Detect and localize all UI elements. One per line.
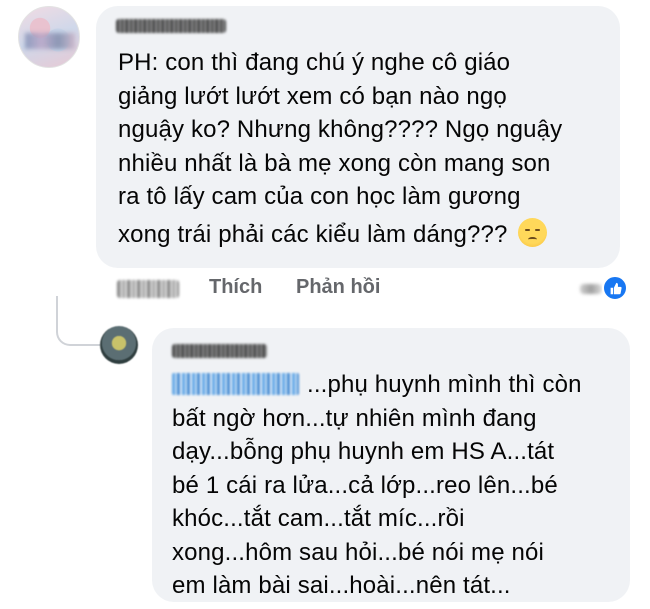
comment-line: nguậy ko? Nhưng không???? Ngọ nguậy (118, 116, 563, 143)
reply-text: ...phụ huynh mình thì còn bất ngờ hơn...… (172, 368, 622, 603)
replier-name-redacted[interactable] (172, 344, 267, 358)
reaction-count-redacted (580, 284, 602, 294)
like-button[interactable]: Thích (209, 276, 262, 299)
reply-line: ...phụ huynh mình thì còn (172, 368, 622, 402)
reply-line: bé 1 cái ra lửa...cả lớp...reo lên...bé (172, 471, 558, 499)
mention-tag-redacted[interactable] (172, 373, 299, 395)
user-avatar-icon[interactable] (100, 326, 138, 364)
pensive-face-icon (518, 217, 548, 247)
reaction-summary[interactable] (578, 275, 630, 301)
comment-line-text: xong trái phải các kiểu làm dáng??? (118, 220, 508, 248)
user-avatar-icon[interactable] (18, 6, 80, 68)
like-thumb-glyph (610, 282, 622, 294)
reply-line-text: ...phụ huynh mình thì còn (307, 371, 582, 398)
comment-line: nhiều nhất là bà mẹ xong còn mang son (118, 149, 551, 177)
commenter-name-redacted[interactable] (116, 19, 226, 33)
comment-line: ra tô lấy cam của con học làm gương (118, 183, 521, 210)
avatar-blur-overlay (25, 33, 75, 49)
like-thumb-icon (602, 275, 628, 301)
reply-line: dạy...bỗng phụ huynh em HS A...tát (172, 438, 555, 465)
reply-line: khóc...tắt cam...tắt míc...rồi (172, 505, 465, 532)
reply-line: em làm bài sai...hoài...nên tát... (172, 572, 511, 599)
comment-text: PH: con thì đang chú ý nghe cô giáo giản… (118, 46, 608, 251)
reply-thread-line (56, 296, 100, 346)
timestamp-redacted[interactable] (117, 280, 179, 298)
comment-line: xong trái phải các kiểu làm dáng??? (118, 217, 608, 252)
comment-line: PH: con thì đang chú ý nghe cô giáo (118, 49, 511, 76)
reply-line: xong...hôm sau hỏi...bé nói mẹ nói (172, 538, 544, 566)
reply-button[interactable]: Phản hồi (296, 276, 380, 299)
comment-line: giảng lướt lướt xem có bạn nào ngọ (118, 82, 507, 110)
reply-line: bất ngờ hơn...tự nhiên mình đang (172, 404, 537, 432)
